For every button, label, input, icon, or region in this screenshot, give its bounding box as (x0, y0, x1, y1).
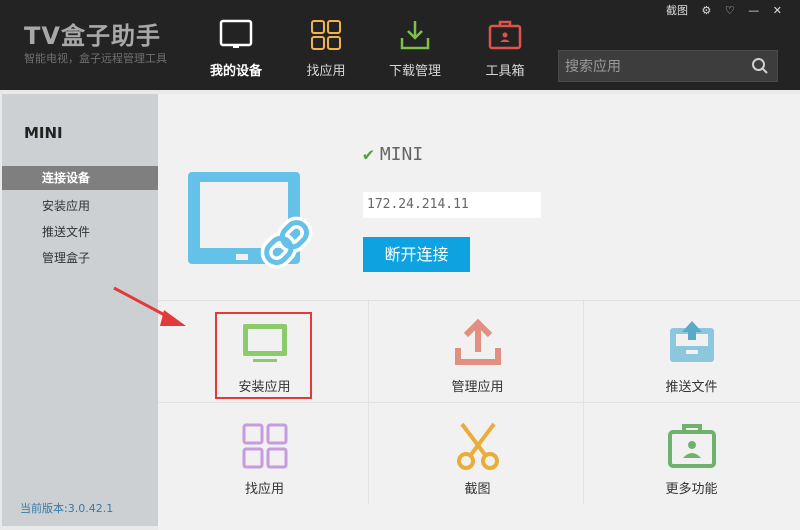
sidebar-item-install[interactable]: 安装应用 (2, 194, 158, 218)
tv-link-icon (188, 172, 313, 269)
search-icon[interactable] (751, 57, 769, 75)
window-controls: 截图 ⚙ ♡ — ✕ (656, 2, 782, 20)
scissors-icon (456, 422, 499, 470)
device-name: MINI (379, 144, 424, 165)
close-button[interactable]: ✕ (773, 4, 782, 17)
app-window: TV盒子助手 智能电视，盒子远程管理工具 我的设备 找应用 下载管理 工具箱 搜… (0, 0, 800, 530)
tile-label: 推送文件 (665, 380, 718, 395)
highlight-box (215, 312, 312, 399)
tile-manage-apps[interactable]: 管理应用 (371, 304, 584, 406)
nav-toolbox[interactable]: 工具箱 (465, 18, 545, 88)
tile-more-features[interactable]: 更多功能 (585, 406, 798, 508)
grid-apps-icon (311, 20, 341, 50)
tile-label: 截图 (464, 482, 491, 497)
tile-label: 找应用 (244, 482, 284, 497)
tile-screenshot[interactable]: 截图 (371, 406, 584, 508)
nav-label: 找应用 (306, 64, 346, 79)
toolbox-more-icon (667, 424, 716, 468)
divider (158, 300, 800, 301)
sidebar-item-manage[interactable]: 管理盒子 (2, 246, 158, 270)
device-status: ✔ MINI (363, 144, 423, 165)
tablet-icon (219, 19, 253, 48)
minimize-button[interactable]: — (748, 4, 759, 17)
upload-manage-icon (454, 318, 501, 365)
check-icon: ✔ (363, 144, 374, 165)
sidebar-item-push[interactable]: 推送文件 (2, 220, 158, 244)
app-title: TV盒子助手 (24, 22, 161, 50)
screenshot-button[interactable]: 截图 (666, 2, 688, 18)
app-subtitle: 智能电视，盒子远程管理工具 (24, 52, 167, 65)
tile-find-apps[interactable]: 找应用 (158, 406, 371, 508)
toolbox-icon (488, 20, 522, 50)
ip-address-field: 172.24.214.11 (363, 192, 541, 218)
nav-label: 我的设备 (209, 64, 262, 79)
version-label: 当前版本:3.0.42.1 (20, 502, 114, 515)
grid-find-icon (242, 423, 287, 469)
arrow-annotation (113, 286, 186, 326)
nav-download-manager[interactable]: 下载管理 (375, 18, 455, 88)
nav-label: 下载管理 (388, 64, 441, 79)
download-icon (400, 21, 430, 50)
tile-label: 管理应用 (451, 380, 504, 395)
nav-find-apps[interactable]: 找应用 (286, 18, 366, 88)
tile-push-files[interactable]: 推送文件 (585, 304, 798, 406)
search-box (558, 50, 778, 82)
sidebar-item-connect[interactable]: 连接设备 (2, 166, 158, 190)
tray-push-icon (669, 321, 714, 362)
top-bar: TV盒子助手 智能电视，盒子远程管理工具 我的设备 找应用 下载管理 工具箱 搜… (0, 0, 800, 90)
tile-label: 更多功能 (665, 482, 718, 497)
nav-my-devices[interactable]: 我的设备 (196, 18, 276, 88)
device-title: MINI (24, 124, 63, 142)
disconnect-button[interactable]: 断开连接 (363, 237, 470, 272)
nav-label: 工具箱 (485, 64, 525, 79)
settings-icon[interactable]: ⚙ (702, 4, 712, 17)
feedback-icon[interactable]: ♡ (725, 4, 735, 17)
search-input[interactable] (559, 51, 745, 81)
